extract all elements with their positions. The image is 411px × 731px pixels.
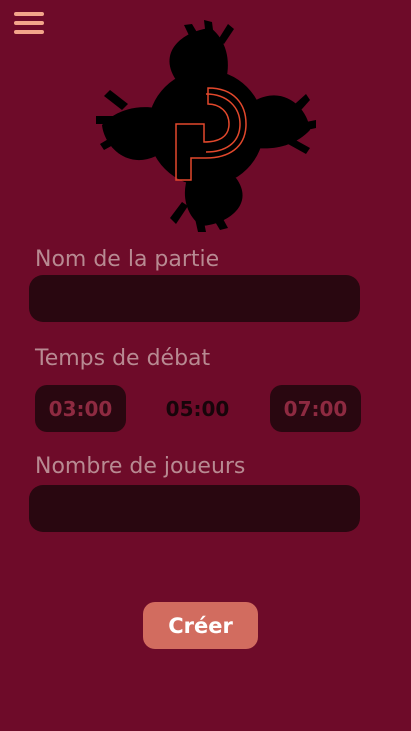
debate-time-label: Temps de débat — [35, 346, 211, 371]
time-option-03-00[interactable]: 03:00 — [35, 385, 126, 432]
swirling-hands-logo — [96, 20, 316, 232]
game-name-label: Nom de la partie — [35, 247, 220, 272]
time-option-07-00[interactable]: 07:00 — [270, 385, 361, 432]
time-option-05-00[interactable]: 05:00 — [152, 385, 243, 432]
player-count-input[interactable] — [29, 485, 360, 532]
game-name-input[interactable] — [29, 275, 360, 322]
hamburger-menu-icon[interactable] — [14, 12, 44, 34]
create-button[interactable]: Créer — [143, 602, 258, 649]
player-count-label: Nombre de joueurs — [35, 454, 246, 479]
